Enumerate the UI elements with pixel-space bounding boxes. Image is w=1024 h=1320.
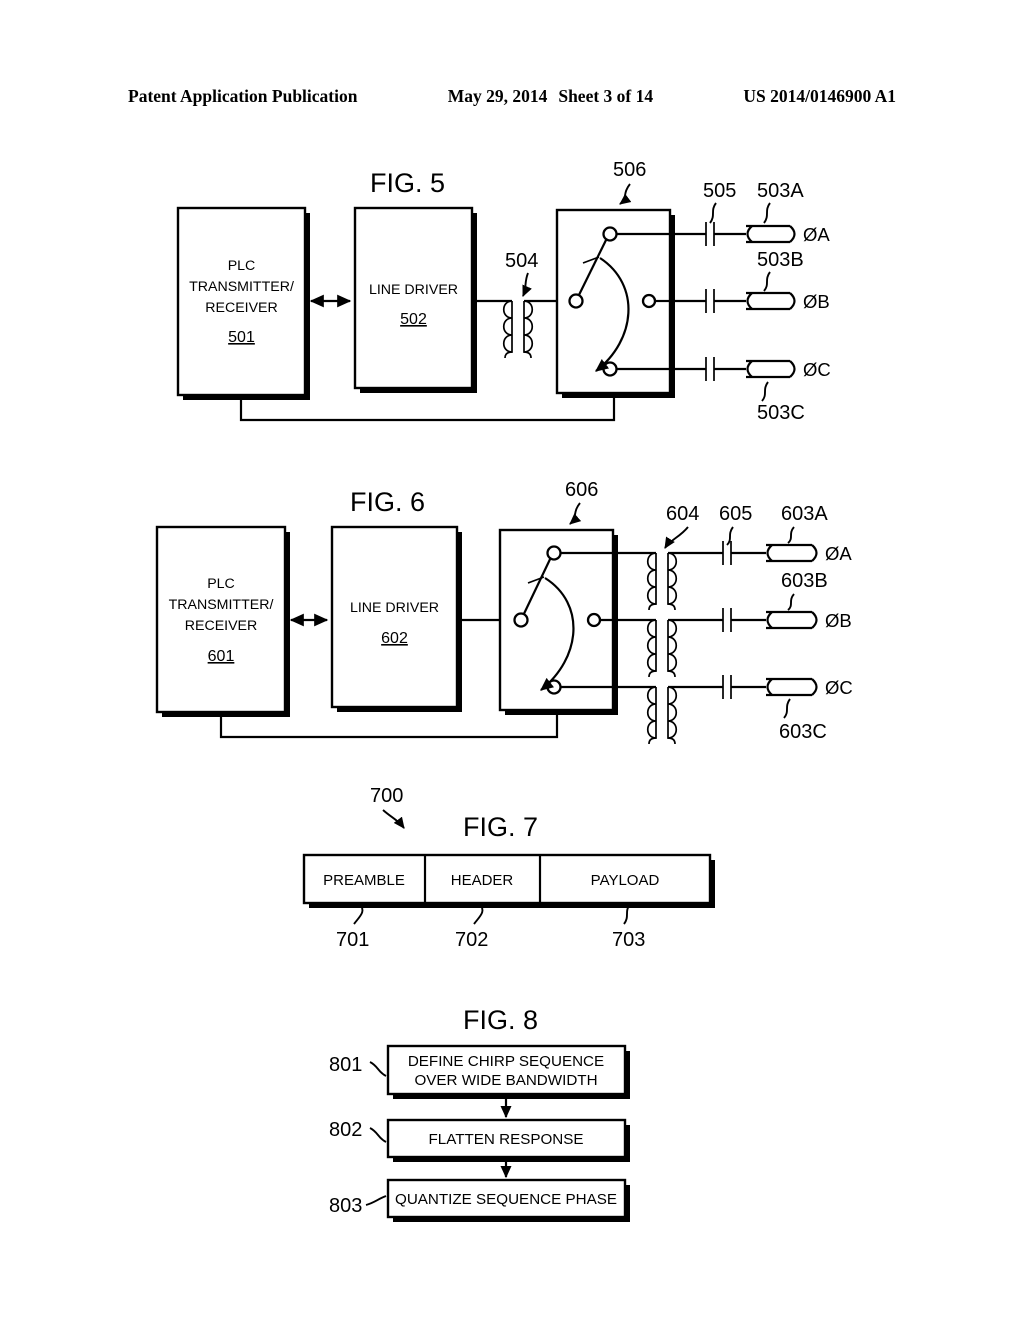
fig6-line-b-ref: 603B <box>781 570 828 592</box>
fig6-capacitor-ref: 605 <box>719 503 752 525</box>
fig8-step-801-ref: 801 <box>329 1054 362 1076</box>
fig7-packet-structure: PREAMBLE HEADER PAYLOAD <box>302 853 715 908</box>
fig6-switch-ref: 606 <box>565 479 598 501</box>
fig8-leader-802 <box>369 1127 387 1143</box>
fig5-switch-leader <box>619 183 632 205</box>
fig6-line-a-ref: 603A <box>781 503 828 525</box>
fig6-line-driver-label: LINE DRIVER <box>350 600 439 616</box>
fig5-line-a-ref: 503A <box>757 180 804 202</box>
fig6-transformer-b <box>646 618 723 678</box>
fig6-plc-line-1: PLC <box>207 576 235 592</box>
fig6-phase-b-branch: ØB <box>722 608 852 632</box>
figure-8: FIG. 8 DEFINE CHIRP SEQUENCE OVER WIDE B… <box>329 1005 630 1222</box>
fig6-transformer-a <box>646 551 723 611</box>
fig5-line-driver-block: LINE DRIVER 502 <box>353 206 477 393</box>
fig8-leader-803 <box>365 1195 387 1206</box>
fig6-phase-a-branch: ØA <box>722 541 852 565</box>
fig8-step-802-ref: 802 <box>329 1119 362 1141</box>
fig7-packet-ref: 700 <box>370 785 403 807</box>
fig5-switch-ref: 506 <box>613 159 646 181</box>
fig6-line-b-leader <box>787 593 795 611</box>
fig6-plc-block: PLC TRANSMITTER/ RECEIVER 601 <box>155 525 290 717</box>
fig6-switch-contact-b <box>586 612 602 628</box>
fig5-switch-contact-b <box>641 293 657 309</box>
fig5-line-c-ref: 503C <box>757 402 805 424</box>
fig6-line-driver-ref: 602 <box>381 630 408 647</box>
fig5-switch-contact-a <box>602 226 618 242</box>
fig6-switch-leader <box>569 502 582 525</box>
fig6-feedback-bus <box>219 715 559 739</box>
fig5-phase-b-branch: ØB <box>670 289 830 313</box>
fig8-step-801-line-1: DEFINE CHIRP SEQUENCE <box>408 1053 604 1070</box>
fig6-switch-pivot <box>513 612 529 628</box>
fig5-transformer-504 <box>502 299 559 359</box>
fig6-capacitor-leader <box>726 526 734 546</box>
fig8-title: FIG. 8 <box>463 1005 538 1035</box>
figure-5: FIG. 5 PLC TRANSMITTER/ RECEIVER 501 LIN… <box>176 159 831 424</box>
fig5-line-c-leader <box>761 381 769 402</box>
fig7-field-label-payload: PAYLOAD <box>591 872 660 889</box>
fig5-plc-line-2: TRANSMITTER/ <box>189 279 294 295</box>
fig7-field-ref-703: 703 <box>612 929 645 951</box>
fig7-field-ref-701: 701 <box>336 929 369 951</box>
fig5-phase-c-label: ØC <box>803 359 831 380</box>
figure-7: FIG. 7 700 PREAMBLE HEADER PAYLOAD 701 7… <box>302 785 715 951</box>
fig5-plc-ref: 501 <box>228 329 255 346</box>
fig6-phase-a-label: ØA <box>825 543 852 564</box>
fig5-plc-line-3: RECEIVER <box>205 300 278 316</box>
fig8-step-803-line-1: QUANTIZE SEQUENCE PHASE <box>395 1191 617 1208</box>
fig6-phase-b-label: ØB <box>825 610 852 631</box>
fig8-step-802: FLATTEN RESPONSE <box>386 1118 630 1162</box>
fig7-field-label-header: HEADER <box>451 872 514 889</box>
figures-artwork: FIG. 5 PLC TRANSMITTER/ RECEIVER 501 LIN… <box>155 159 853 1222</box>
fig6-phase-c-label: ØC <box>825 677 853 698</box>
fig7-field-ref-702: 702 <box>455 929 488 951</box>
fig6-phase-c-branch: ØC <box>722 675 853 699</box>
fig8-step-801-line-2: OVER WIDE BANDWIDTH <box>414 1072 597 1089</box>
fig5-transformer-ref: 504 <box>505 250 538 272</box>
fig6-transformer-ref: 604 <box>666 503 699 525</box>
fig5-feedback-bus <box>239 398 616 422</box>
fig5-line-driver-label: LINE DRIVER <box>369 282 458 298</box>
fig6-transformer-c <box>646 685 723 745</box>
fig5-transformer-leader <box>522 272 532 297</box>
fig5-plc-block: PLC TRANSMITTER/ RECEIVER 501 <box>176 206 310 400</box>
fig8-step-803-ref: 803 <box>329 1195 362 1217</box>
fig5-switch-pivot <box>568 293 584 309</box>
fig6-transformer-leader <box>664 526 689 549</box>
fig8-leader-801 <box>369 1061 387 1077</box>
fig5-switch-contact-c <box>602 361 618 377</box>
fig6-line-c-ref: 603C <box>779 721 827 743</box>
fig8-step-802-line-1: FLATTEN RESPONSE <box>429 1131 584 1148</box>
fig5-line-b-ref: 503B <box>757 249 804 271</box>
fig8-step-803: QUANTIZE SEQUENCE PHASE <box>386 1178 630 1222</box>
fig5-capacitor-leader <box>709 202 717 224</box>
fig6-plc-ref: 601 <box>208 648 235 665</box>
fig5-line-driver-ref: 502 <box>400 311 427 328</box>
fig5-capacitor-ref: 505 <box>703 180 736 202</box>
fig7-title: FIG. 7 <box>463 812 538 842</box>
fig6-line-driver-block: LINE DRIVER 602 <box>330 525 462 712</box>
fig5-phase-b-label: ØB <box>803 291 830 312</box>
fig5-plc-line-1: PLC <box>228 258 256 274</box>
fig5-title: FIG. 5 <box>370 168 445 198</box>
fig6-plc-line-3: RECEIVER <box>185 618 258 634</box>
patent-drawing-sheet: Patent Application Publication May 29, 2… <box>0 0 1024 1320</box>
fig5-line-a-leader <box>763 202 771 224</box>
fig5-phase-a-label: ØA <box>803 224 830 245</box>
fig6-switch-contact-a <box>546 545 562 561</box>
fig6-title: FIG. 6 <box>350 487 425 517</box>
fig5-phase-a-branch: ØA <box>670 222 830 246</box>
fig5-phase-c-branch: ØC <box>670 357 831 381</box>
fig7-field-label-preamble: PREAMBLE <box>323 872 405 889</box>
figure-6: FIG. 6 PLC TRANSMITTER/ RECEIVER 601 LIN… <box>155 479 853 745</box>
fig6-line-a-leader <box>787 526 795 544</box>
fig6-line-c-leader <box>783 698 791 719</box>
fig5-line-b-leader <box>763 271 771 292</box>
fig6-plc-line-2: TRANSMITTER/ <box>169 597 274 613</box>
fig8-step-801: DEFINE CHIRP SEQUENCE OVER WIDE BANDWIDT… <box>386 1044 630 1099</box>
fig7-packet-leader <box>382 809 405 829</box>
